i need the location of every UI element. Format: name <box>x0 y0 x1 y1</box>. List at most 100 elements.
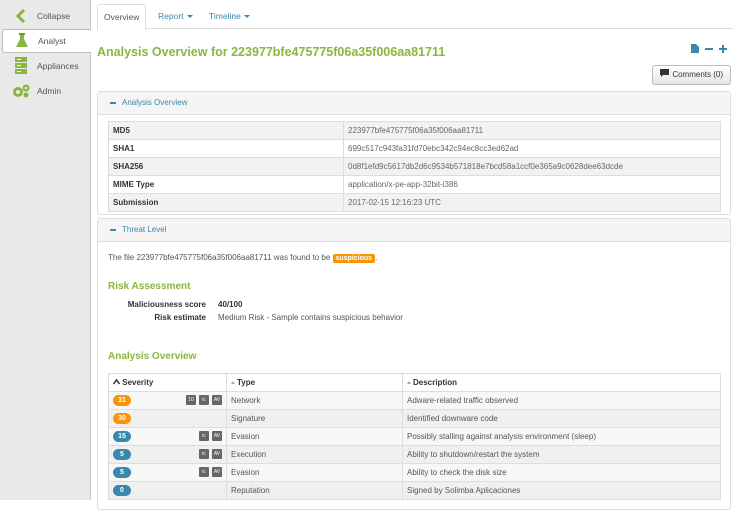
severity-badge: 5 <box>113 449 131 460</box>
info-value[interactable]: 2017-02-15 12:16:23 UTC <box>343 193 721 212</box>
severity-cell: 30 <box>108 409 227 428</box>
collapse-minus-icon[interactable] <box>110 228 116 231</box>
analysis-overview-heading: Analysis Overview <box>108 351 197 362</box>
chevron-left-icon <box>11 7 31 25</box>
signature-row[interactable]: 5 ic AV Evasion Ability to check the disk si… <box>108 463 721 482</box>
severity-badge: 15 <box>113 431 131 442</box>
severity-cell: 31 10 ic AV <box>108 391 227 410</box>
info-value[interactable]: 699c517c943fa31fd70ebc342c94ec8cc3ed62ad <box>343 139 721 158</box>
page-title: Analysis Overview for 223977bfe475775f06… <box>97 45 446 59</box>
av-icon[interactable]: AV <box>212 431 222 441</box>
type-cell: Evasion <box>226 463 403 482</box>
severity-cell: 5 ic AV <box>108 463 227 482</box>
signature-icon[interactable]: ic <box>199 431 209 441</box>
info-row: MD5 223977bfe475775f06a35f006aa81711 <box>108 121 721 140</box>
signature-row[interactable]: 31 10 ic AV Network Adware-related traffic ob… <box>108 391 721 410</box>
severity-badge: 30 <box>113 413 131 424</box>
severity-cell: 5 ic AV <box>108 445 227 464</box>
av-icon[interactable]: AV <box>212 467 222 477</box>
signature-icon[interactable]: ic <box>199 395 209 405</box>
threat-level-panel: Threat Level The file 223977bfe475775f06… <box>97 218 731 510</box>
info-key: SHA1 <box>108 139 344 158</box>
count-icon[interactable]: 10 <box>186 395 196 405</box>
comment-icon <box>660 66 670 84</box>
info-key: SHA256 <box>108 157 344 176</box>
type-cell: Network <box>226 391 403 410</box>
sidebar-item-admin[interactable]: Admin <box>0 79 90 103</box>
sidebar: Collapse Analyst Appliances Admin <box>0 0 91 500</box>
hash-info-table: MD5 223977bfe475775f06a35f006aa81711 SHA1 6… <box>108 121 721 212</box>
description-cell: Signed by Solimba Aplicaciones <box>402 481 721 500</box>
maliciousness-value: 40/100 <box>218 300 243 309</box>
info-row: MIME Type application/x-pe-app-32bit-i386 <box>108 175 721 194</box>
sidebar-item-label: Collapse <box>37 11 71 21</box>
sidebar-item-label: Admin <box>37 86 62 96</box>
risk-estimate-value: Medium Risk - Sample contains suspicious… <box>218 313 403 322</box>
risk-assessment-heading: Risk Assessment <box>108 281 191 292</box>
signature-row[interactable]: 30 Signature Identified downware code <box>108 409 721 428</box>
analysis-overview-panel: Analysis Overview MD5 223977bfe475775f06a… <box>97 91 731 215</box>
signature-icon[interactable]: ic <box>199 449 209 459</box>
description-cell: Ability to check the disk size <box>402 463 721 482</box>
severity-badge: 0 <box>113 485 131 496</box>
info-row: SHA256 0d8f1efd9c5617db2d6c9534b571818e7b… <box>108 157 721 176</box>
threat-summary: The file 223977bfe475775f06a35f006aa8171… <box>108 253 378 263</box>
column-header-description[interactable]: Description <box>402 373 721 392</box>
collapse-minus-icon[interactable] <box>110 101 116 104</box>
panel-heading[interactable]: Analysis Overview <box>98 92 730 115</box>
risk-estimate-label: Risk estimate <box>154 313 206 322</box>
column-header-type[interactable]: Type <box>226 373 403 392</box>
sidebar-item-appliances[interactable]: Appliances <box>0 54 90 78</box>
server-icon <box>11 57 31 75</box>
info-key: MD5 <box>108 121 344 140</box>
type-cell: Execution <box>226 445 403 464</box>
severity-cell: 0 <box>108 481 227 500</box>
signatures-table: Severity Type Description 31 10 ic AV Networ… <box>108 373 721 500</box>
severity-cell: 15 ic AV <box>108 427 227 446</box>
severity-badge: 31 <box>113 395 131 406</box>
minus-icon[interactable] <box>705 44 713 55</box>
info-key: Submission <box>108 193 344 212</box>
info-row: Submission 2017-02-15 12:16:23 UTC <box>108 193 721 212</box>
severity-badge: 5 <box>113 467 131 478</box>
maliciousness-label: Maliciousness score <box>127 300 206 309</box>
sort-asc-icon <box>112 378 121 387</box>
gears-icon <box>11 82 31 100</box>
description-cell: Possibly stalling against analysis envir… <box>402 427 721 446</box>
column-header-severity[interactable]: Severity <box>108 373 227 392</box>
signature-icon[interactable]: ic <box>199 467 209 477</box>
av-icon[interactable]: AV <box>212 395 222 405</box>
type-cell: Signature <box>226 409 403 428</box>
description-cell: Identified downware code <box>402 409 721 428</box>
sidebar-item-analyst[interactable]: Analyst <box>2 29 91 53</box>
comments-button[interactable]: Comments (0) <box>652 65 731 85</box>
caret-down-icon <box>243 15 250 19</box>
sidebar-item-label: Analyst <box>38 36 66 46</box>
verdict-badge: suspicious <box>332 254 376 263</box>
type-cell: Evasion <box>226 427 403 446</box>
info-value[interactable]: application/x-pe-app-32bit-i386 <box>343 175 721 194</box>
sidebar-item-label: Appliances <box>37 61 79 71</box>
panel-heading[interactable]: Threat Level <box>98 219 730 242</box>
info-value[interactable]: 0d8f1efd9c5617db2d6c9534b571818e7bcd58a1… <box>343 157 721 176</box>
title-actions <box>691 44 727 55</box>
flask-icon <box>12 32 32 50</box>
info-row: SHA1 699c517c943fa31fd70ebc342c94ec8cc3ed… <box>108 139 721 158</box>
document-icon[interactable] <box>691 44 699 55</box>
av-icon[interactable]: AV <box>212 449 222 459</box>
caret-down-icon <box>186 15 193 19</box>
tab-bar: Overview Report Timeline <box>97 4 733 30</box>
description-cell: Adware-related traffic observed <box>402 391 721 410</box>
description-cell: Ability to shutdown/restart the system <box>402 445 721 464</box>
sidebar-item-collapse[interactable]: Collapse <box>0 4 90 28</box>
plus-icon[interactable] <box>719 44 727 55</box>
type-cell: Reputation <box>226 481 403 500</box>
tab-timeline[interactable]: Timeline <box>209 4 250 28</box>
info-value[interactable]: 223977bfe475775f06a35f006aa81711 <box>343 121 721 140</box>
tab-report[interactable]: Report <box>158 4 193 28</box>
signature-row[interactable]: 5 ic AV Execution Ability to shutdown/restar… <box>108 445 721 464</box>
sort-icon <box>231 381 235 385</box>
signature-row[interactable]: 0 Reputation Signed by Solimba Aplicacione… <box>108 481 721 500</box>
signature-row[interactable]: 15 ic AV Evasion Possibly stalling against a… <box>108 427 721 446</box>
tab-overview[interactable]: Overview <box>97 4 147 30</box>
